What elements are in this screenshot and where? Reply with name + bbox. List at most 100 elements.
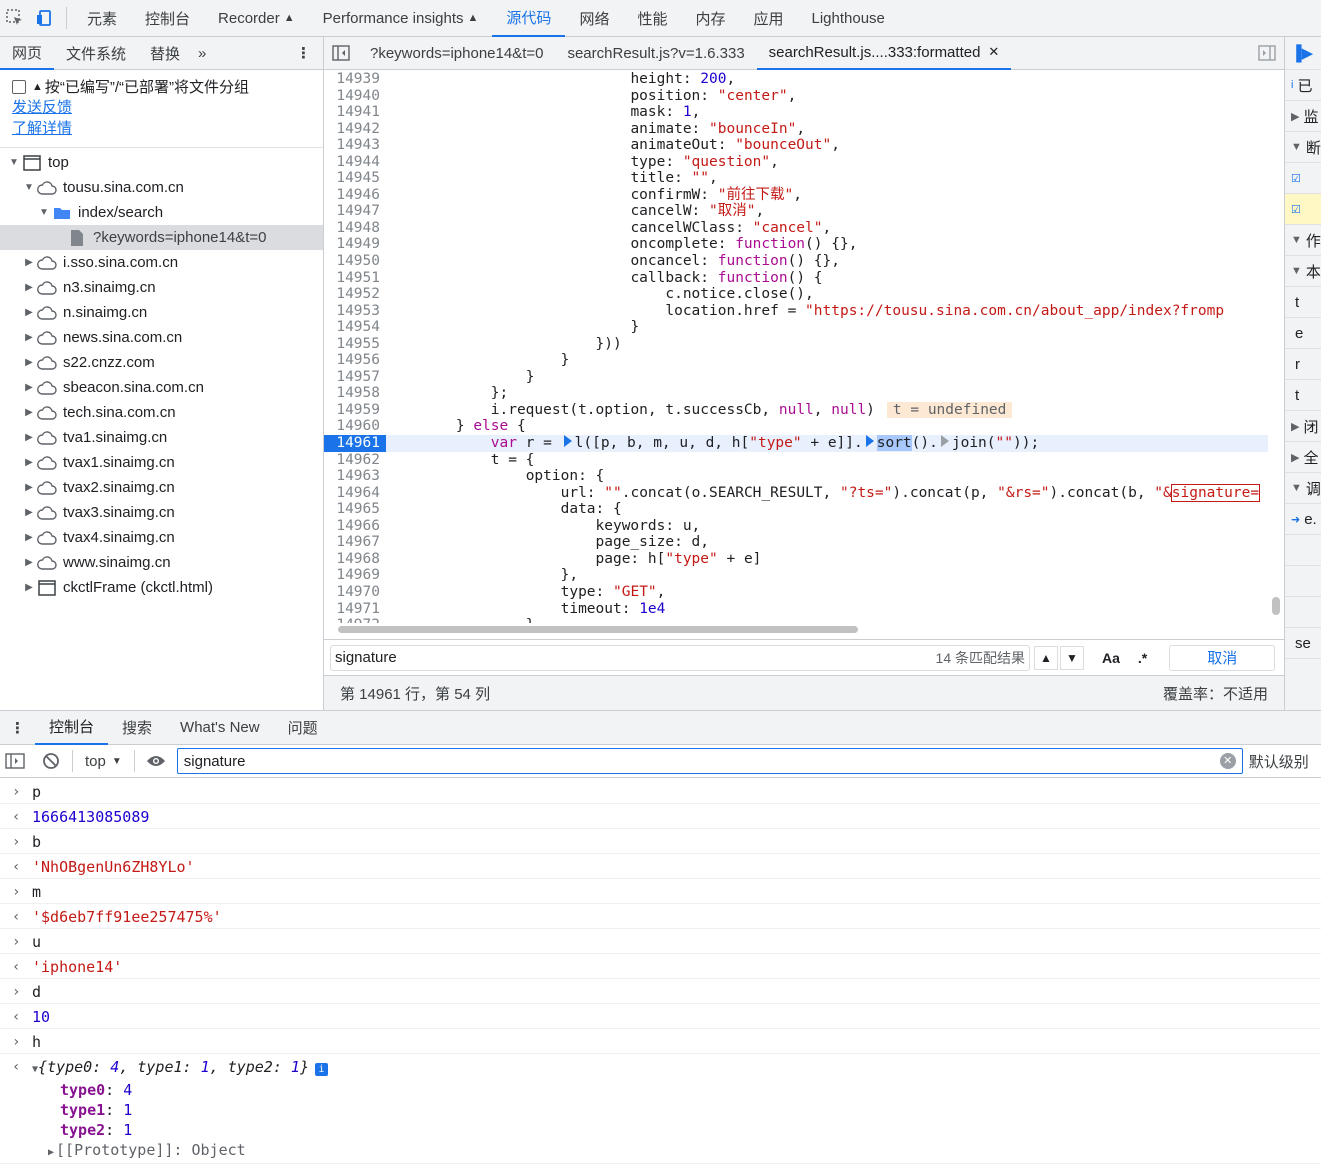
caret-right-icon[interactable]: ▶ — [48, 1147, 54, 1158]
caret-right-icon[interactable]: ▶ — [23, 482, 35, 493]
drawer-tab-whats-new[interactable]: What's New — [166, 711, 274, 745]
line-number[interactable]: 14939 — [324, 71, 386, 88]
tree-item[interactable]: ▶ n3.sinaimg.cn — [0, 275, 323, 300]
line-number[interactable]: 14964 — [324, 485, 386, 502]
inline-breakpoint-icon[interactable] — [940, 435, 949, 448]
regex-button[interactable]: .* — [1138, 650, 1147, 666]
code-line[interactable]: 14946 confirmW: "前往下载", — [324, 187, 1268, 204]
line-number[interactable]: 14948 — [324, 220, 386, 237]
send-feedback-link[interactable]: 发送反馈 — [0, 97, 323, 118]
caret-right-icon[interactable]: ▶ — [23, 407, 35, 418]
group-by-authored-checkbox[interactable] — [12, 79, 26, 94]
clear-filter-icon[interactable]: ✕ — [1219, 753, 1236, 769]
toggle-navigator-icon[interactable] — [324, 37, 358, 70]
caret-down-icon[interactable]: ▼ — [8, 157, 20, 168]
code-line[interactable]: 14957 } — [324, 369, 1268, 386]
code-line[interactable]: 14954 } — [324, 319, 1268, 336]
drawer-tab-issues[interactable]: 问题 — [274, 711, 332, 745]
caret-down-icon[interactable]: ▼ — [23, 182, 35, 193]
tree-item[interactable]: ▶ tva1.sinaimg.cn — [0, 425, 323, 450]
line-number[interactable]: 14949 — [324, 236, 386, 253]
device-toolbar-icon[interactable] — [30, 0, 60, 37]
code-line[interactable]: 14962 t = { — [324, 452, 1268, 469]
close-icon[interactable]: ✕ — [988, 44, 999, 60]
caret-right-icon[interactable]: ▶ — [23, 382, 35, 393]
line-number[interactable]: 14955 — [324, 336, 386, 353]
inline-breakpoint-icon[interactable] — [563, 435, 572, 448]
debugger-section-item[interactable] — [1285, 597, 1321, 628]
tree-item[interactable]: ▼ top — [0, 150, 323, 175]
caret-right-icon[interactable]: ▶ — [23, 532, 35, 543]
code-view[interactable]: 14939 height: 200, 14940 position: "cente… — [324, 71, 1268, 623]
code-line[interactable]: 14951 callback: function() { — [324, 270, 1268, 287]
tree-item[interactable]: ▶ n.sinaimg.cn — [0, 300, 323, 325]
toggle-debugger-icon[interactable] — [1250, 37, 1284, 70]
tree-item[interactable]: ▶ www.sinaimg.cn — [0, 550, 323, 575]
clear-console-icon[interactable] — [36, 752, 66, 770]
line-number[interactable]: 14953 — [324, 303, 386, 320]
line-number[interactable]: 14956 — [324, 352, 386, 369]
console-object[interactable]: ‹ ▼{type0: 4, type1: 1, type2: 1} i type0: … — [0, 1054, 1321, 1164]
line-number[interactable]: 14966 — [324, 518, 386, 535]
inline-breakpoint-icon[interactable] — [865, 435, 874, 448]
line-number[interactable]: 14940 — [324, 88, 386, 105]
tab-memory[interactable]: 内存 — [681, 0, 739, 37]
caret-right-icon[interactable]: ▶ — [23, 582, 35, 593]
code-line[interactable]: 14953 location.href = "https://tousu.sin… — [324, 303, 1268, 320]
line-number[interactable]: 14971 — [324, 601, 386, 618]
line-number[interactable]: 14969 — [324, 567, 386, 584]
horizontal-scrollbar[interactable] — [338, 626, 858, 633]
code-line[interactable]: 14964 url: "".concat(o.SEARCH_RESULT, "?… — [324, 483, 1268, 502]
code-line[interactable]: 14966 keywords: u, — [324, 518, 1268, 535]
debugger-section-item[interactable]: t — [1285, 287, 1321, 318]
debugger-section-item[interactable]: e — [1285, 318, 1321, 349]
more-tabs-icon[interactable]: » — [192, 37, 212, 70]
match-case-button[interactable]: Aa — [1102, 650, 1120, 666]
code-line[interactable]: 14963 option: { — [324, 468, 1268, 485]
tab-application[interactable]: 应用 — [739, 0, 797, 37]
prototype-node[interactable]: ▶ [[Prototype]]: Object — [48, 1140, 1321, 1163]
drawer-tab-search[interactable]: 搜索 — [108, 711, 166, 745]
debugger-section-item[interactable]: ▼ 断 — [1285, 132, 1321, 163]
line-number[interactable]: 14968 — [324, 551, 386, 568]
code-line[interactable]: 14965 data: { — [324, 501, 1268, 518]
tab-performance[interactable]: 性能 — [623, 0, 681, 37]
line-number[interactable]: 14946 — [324, 187, 386, 204]
tree-item[interactable]: ▶ tech.sina.com.cn — [0, 400, 323, 425]
inspect-element-icon[interactable] — [0, 0, 30, 37]
line-number[interactable]: 14970 — [324, 584, 386, 601]
current-code-line[interactable]: 14961 var r = l([p, b, m, u, d, h["type"… — [324, 435, 1268, 452]
code-line[interactable]: 14945 title: "", — [324, 170, 1268, 187]
code-line[interactable]: 14967 page_size: d, — [324, 534, 1268, 551]
kebab-menu-icon[interactable]: ⋮ — [284, 37, 323, 70]
tab-recorder[interactable]: Recorder ▲ — [204, 0, 309, 37]
caret-right-icon[interactable]: ▶ — [23, 507, 35, 518]
line-number[interactable]: 14961 — [324, 435, 386, 452]
find-input[interactable]: signature 14 条匹配结果 — [330, 644, 1030, 671]
line-number[interactable]: 14959 — [324, 402, 386, 419]
drawer-menu-icon[interactable]: ⋮ — [0, 711, 35, 745]
debugger-section-item[interactable]: ▼ 调 — [1285, 473, 1321, 504]
debugger-section-item[interactable]: i已 — [1285, 70, 1321, 101]
debugger-section-item[interactable]: r — [1285, 349, 1321, 380]
line-number[interactable]: 14972 — [324, 617, 386, 623]
caret-right-icon[interactable]: ▶ — [23, 332, 35, 343]
line-number[interactable]: 14954 — [324, 319, 386, 336]
code-line[interactable]: 14949 oncomplete: function() {}, — [324, 236, 1268, 253]
code-line[interactable]: 14942 animate: "bounceIn", — [324, 121, 1268, 138]
code-line[interactable]: 14956 } — [324, 352, 1268, 369]
line-number[interactable]: 14950 — [324, 253, 386, 270]
caret-right-icon[interactable]: ▶ — [23, 307, 35, 318]
line-number[interactable]: 14952 — [324, 286, 386, 303]
line-number[interactable]: 14967 — [324, 534, 386, 551]
log-levels-dropdown[interactable]: 默认级别 — [1249, 751, 1309, 772]
debugger-section-item[interactable] — [1285, 535, 1321, 566]
tab-sources[interactable]: 源代码 — [492, 0, 566, 37]
code-line[interactable]: 14968 page: h["type" + e] — [324, 551, 1268, 568]
debugger-section-item[interactable] — [1285, 566, 1321, 597]
line-number[interactable]: 14957 — [324, 369, 386, 386]
caret-down-icon[interactable]: ▼ — [38, 207, 50, 218]
tree-item[interactable]: ▶ news.sina.com.cn — [0, 325, 323, 350]
caret-right-icon[interactable]: ▶ — [23, 457, 35, 468]
code-line[interactable]: 14972 } — [324, 617, 1268, 623]
